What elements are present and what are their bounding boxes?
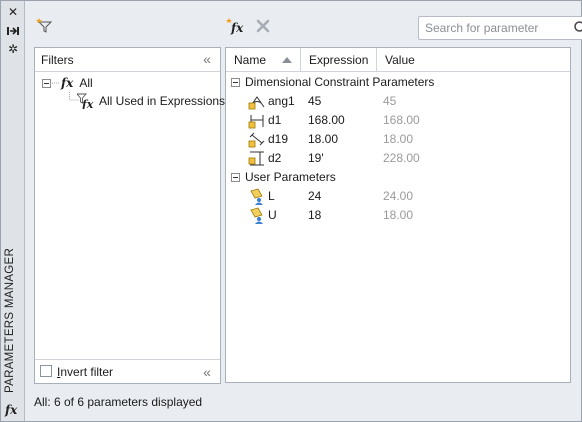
collapse-group-icon[interactable] [231,172,240,182]
parameter-expression[interactable]: 45 [308,94,321,108]
svg-text:fx: fx [81,98,94,109]
fx-logo-icon: fx [5,403,18,417]
filters-panel: Filters « fx All fx All Used in Expressi… [34,47,225,384]
parameter-value: 18.00 [383,132,414,146]
sort-ascending-icon [282,57,292,63]
user-parameter-icon [250,207,263,224]
user-parameter-icon [250,188,263,205]
delete-x-icon [256,19,270,33]
palette-title: PARAMETERS MANAGER [4,247,16,393]
vertical-constraint-icon [248,151,264,166]
search-input[interactable] [423,20,565,36]
table-row[interactable]: d1 168.00 168.00 [226,111,570,130]
column-header-value[interactable]: Value [377,48,570,72]
parameter-search-box[interactable] [418,16,582,40]
group-label: Dimensional Constraint Parameters [245,75,435,89]
filter-star-icon [36,18,53,33]
parameters-grid: Name Expression Value Dimensional Constr… [225,47,571,383]
parameter-expression[interactable]: 19' [308,151,324,165]
parameter-expression[interactable]: 18 [308,208,321,222]
aligned-constraint-icon [248,132,265,148]
column-label: Name [234,53,267,67]
invert-filter-bar: Invert filter « [35,359,220,383]
parameter-name: d2 [268,151,282,165]
palette-title-bar: ✕ ✲ PARAMETERS MANAGER fx [1,1,25,421]
parameter-name: ang1 [268,94,295,108]
parameter-value: 18.00 [383,208,414,222]
close-icon[interactable]: ✕ [5,4,21,20]
column-header-expression[interactable]: Expression [301,48,377,72]
toolbar: fx [26,7,582,43]
parameter-value: 228.00 [383,151,420,165]
create-filter-button[interactable] [34,15,56,37]
parameter-name: L [268,189,275,203]
filters-header: Filters « [35,48,220,72]
tree-connector [52,82,60,84]
parameter-name: U [268,208,277,222]
group-label: User Parameters [245,170,336,184]
column-label: Value [385,53,415,67]
table-row[interactable]: L 24 24.00 [226,187,570,206]
table-row[interactable]: U 18 18.00 [226,206,570,225]
properties-gear-icon[interactable]: ✲ [5,41,21,57]
parameter-expression[interactable]: 168.00 [308,113,345,127]
search-icon[interactable] [573,20,582,36]
angular-constraint-icon [248,96,265,110]
collapse-group-icon[interactable] [231,77,240,87]
parameters-manager-window: ✕ ✲ PARAMETERS MANAGER fx fx Search for … [0,0,582,422]
parameter-value: 24.00 [383,189,414,203]
tree-item-label: All [79,76,93,90]
tree-item-all[interactable]: fx All [42,74,93,92]
new-parameter-icon: fx [226,18,244,35]
create-user-parameter-button[interactable]: fx [224,15,246,37]
filters-title: Filters [41,53,74,67]
collapse-invert-icon[interactable]: « [200,365,214,379]
invert-filter-checkbox[interactable] [40,365,52,377]
parameter-value: 168.00 [383,113,420,127]
filter-fx-icon: fx [77,93,94,109]
column-header-name[interactable]: Name [226,48,301,72]
delete-parameter-button[interactable] [252,15,274,37]
table-row[interactable]: d2 19' 228.00 [226,149,570,168]
group-user-parameters[interactable]: User Parameters [226,168,336,186]
tree-item-label: All Used in Expressions [99,94,226,108]
parameter-name: d1 [268,113,282,127]
parameter-expression[interactable]: 18.00 [308,132,338,146]
group-dimensional-constraint-parameters[interactable]: Dimensional Constraint Parameters [226,73,434,91]
column-label: Expression [309,53,369,67]
auto-hide-icon[interactable] [5,23,21,39]
svg-text:fx: fx [230,21,244,35]
collapse-filters-icon[interactable]: « [200,52,214,66]
invert-filter-label[interactable]: Invert filter [57,365,113,379]
horizontal-constraint-icon [248,115,264,129]
parameter-name: d19 [268,132,289,146]
tree-item-all-used-in-expressions[interactable]: fx All Used in Expressions [77,92,225,110]
parameter-value: 45 [383,94,397,108]
status-text: All: 6 of 6 parameters displayed [34,395,203,409]
table-row[interactable]: d19 18.00 18.00 [226,130,570,149]
fx-icon: fx [61,76,74,90]
collapse-tree-icon[interactable] [42,78,51,88]
parameter-expression[interactable]: 24 [308,189,321,203]
table-row[interactable]: ang1 45 45 [226,92,570,111]
invert-filter-text: nvert filter [60,365,114,379]
